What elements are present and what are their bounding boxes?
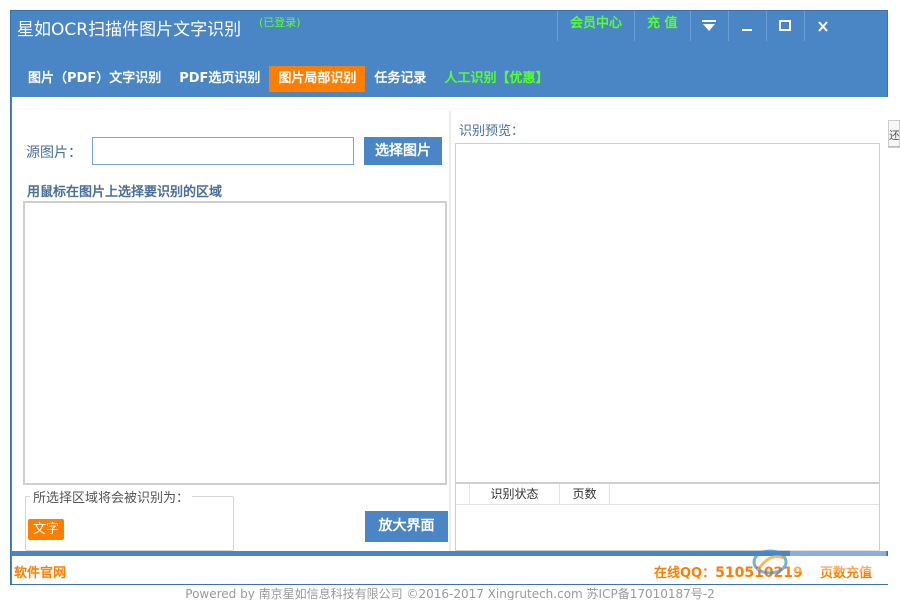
tab-partial-image-ocr[interactable]: 图片局部识别 (269, 66, 366, 92)
close-icon (818, 20, 828, 32)
image-selection-area[interactable] (23, 201, 447, 485)
enlarge-ui-button[interactable]: 放大界面 (365, 511, 448, 542)
table-header-blank (456, 484, 470, 505)
page-recharge-link[interactable]: 页数充值 (820, 562, 872, 581)
menu-dropdown-icon (702, 20, 717, 32)
background-divider (888, 146, 900, 147)
background-partial-text: 还 (889, 129, 900, 142)
official-site-link[interactable]: 软件官网 (14, 562, 66, 581)
recognize-type-legend: 所选择区域将会被识别为： (30, 487, 193, 506)
table-header-status[interactable]: 识别状态 (470, 484, 560, 505)
close-button[interactable] (803, 11, 842, 41)
online-qq-info[interactable]: 在线QQ：510510219 (654, 562, 803, 581)
app-title: 星如OCR扫描件图片文字识别 (17, 20, 242, 40)
status-bar: 软件官网 在线QQ：510510219 页数充值 (12, 556, 888, 584)
panel-divider (449, 111, 451, 551)
table-header-pages[interactable]: 页数 (560, 484, 610, 505)
recognize-type-badge[interactable]: 文字 (28, 519, 65, 540)
title-bar[interactable]: 星如OCR扫描件图片文字识别 (已登录) 会员中心 充 值 (11, 11, 887, 41)
recharge-link[interactable]: 充 值 (634, 11, 690, 41)
qq-label: 在线QQ： (654, 566, 716, 581)
source-image-label: 源图片： (26, 145, 82, 161)
preview-label: 识别预览： (459, 124, 525, 139)
main-nav: 图片（PDF）文字识别 PDF选页识别 图片局部识别 任务记录 人工识别【优惠】 (19, 66, 557, 92)
app-window: 星如OCR扫描件图片文字识别 (已登录) 会员中心 充 值 图片（PDF）文字识… (10, 10, 888, 585)
title-bar-controls: 会员中心 充 值 (557, 11, 842, 41)
source-image-input[interactable] (92, 137, 354, 165)
login-status: (已登录) (259, 16, 301, 29)
recognition-preview-area[interactable] (455, 143, 880, 483)
selection-instruction: 用鼠标在图片上选择要识别的区域 (27, 185, 223, 200)
footer-powered-by: Powered by 南京星如信息科技有限公司 ©2016-2017 Xingr… (185, 587, 715, 600)
table-header-row: 识别状态 页数 (456, 484, 879, 505)
skin-menu-button[interactable] (689, 11, 728, 41)
tab-image-pdf-ocr[interactable]: 图片（PDF）文字识别 (19, 66, 170, 92)
tab-pdf-page-ocr[interactable]: PDF选页识别 (170, 66, 269, 92)
select-image-button[interactable]: 选择图片 (364, 137, 442, 165)
maximize-icon (779, 20, 792, 32)
minimize-button[interactable] (727, 11, 766, 41)
minimize-icon (741, 20, 753, 32)
task-status-table[interactable]: 识别状态 页数 (455, 483, 880, 551)
member-center-link[interactable]: 会员中心 (557, 11, 634, 41)
maximize-button[interactable] (765, 11, 804, 41)
main-content: 源图片： 选择图片 用鼠标在图片上选择要识别的区域 所选择区域将会被识别为： 文… (12, 97, 888, 551)
qq-number[interactable]: 510510219 (715, 565, 803, 581)
background-window-fragment: 还 (888, 120, 900, 148)
tab-manual-ocr[interactable]: 人工识别【优惠】 (435, 66, 557, 92)
tab-task-records[interactable]: 任务记录 (365, 66, 435, 92)
